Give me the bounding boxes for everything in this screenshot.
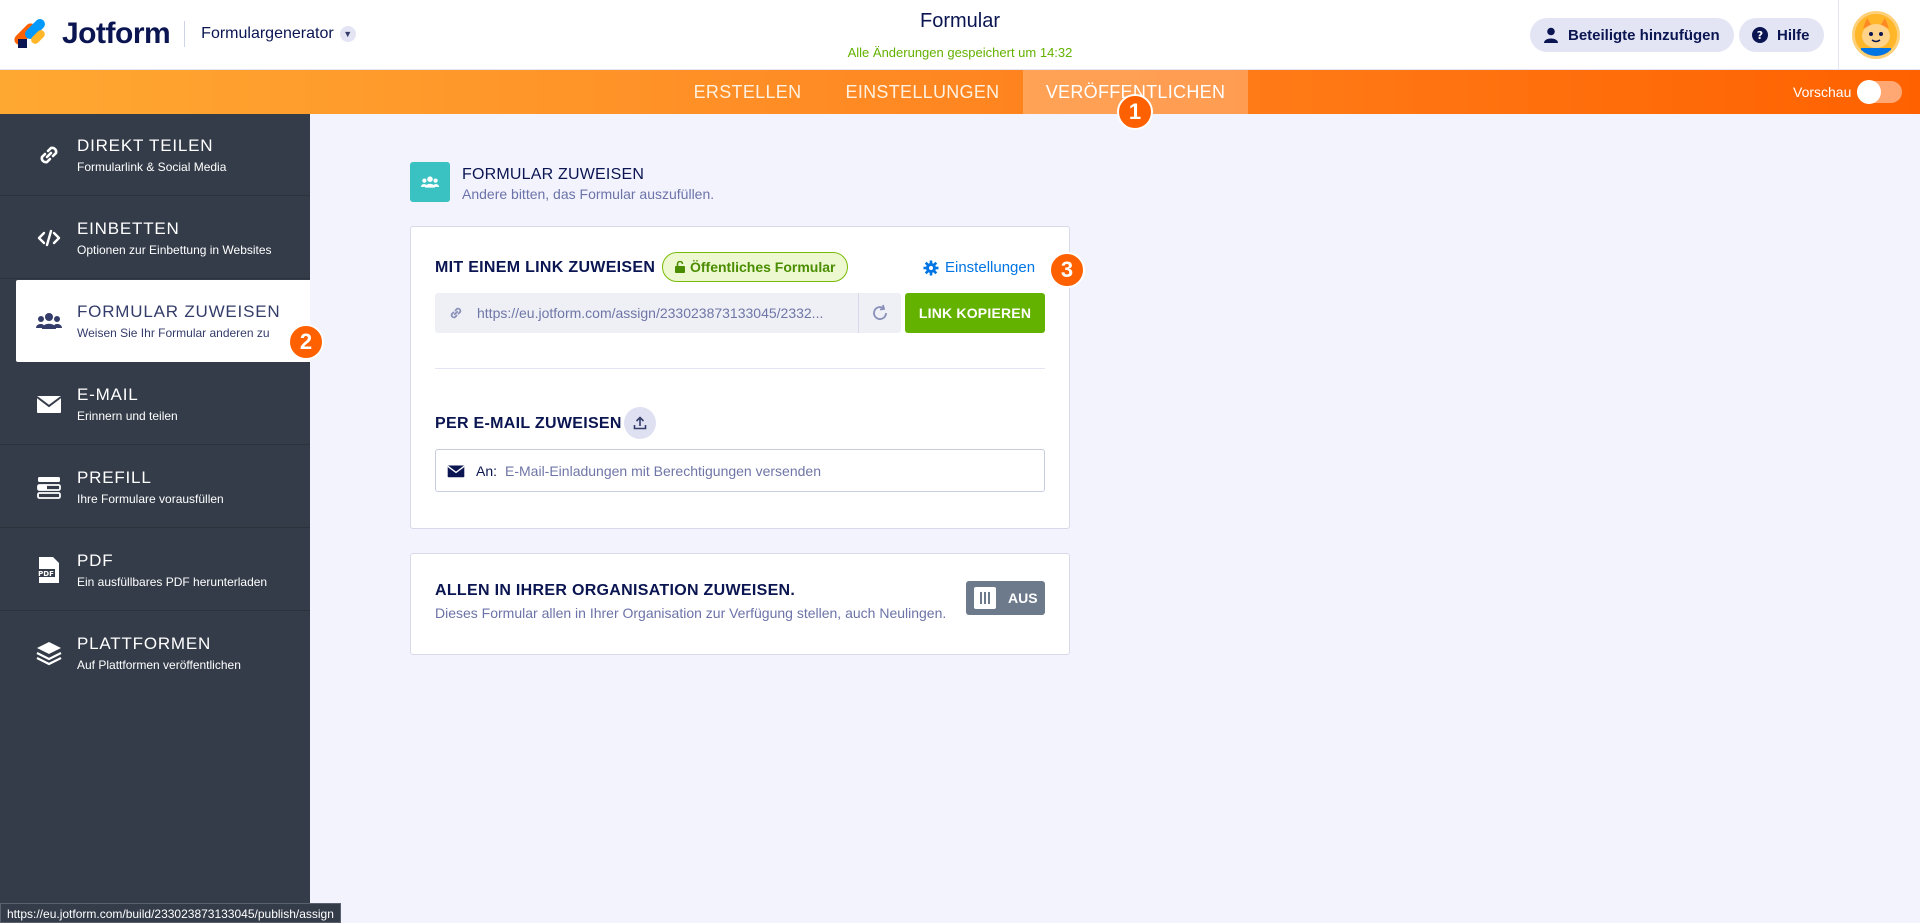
preview-label: Vorschau	[1793, 84, 1852, 100]
main-nav-bar: ERSTELLEN EINSTELLUNGEN VERÖFFENTLICHEN …	[0, 70, 1920, 114]
tab-create[interactable]: ERSTELLEN	[680, 70, 815, 114]
email-placeholder: E-Mail-Einladungen mit Berechtigungen ve…	[505, 462, 821, 479]
refresh-icon	[873, 304, 887, 320]
preview-toggle[interactable]	[1857, 80, 1902, 104]
email-assign-label: PER E-MAIL ZUWEISEN	[435, 415, 622, 432]
public-form-badge[interactable]: Öffentliches Formular	[662, 252, 849, 282]
organization-assign-card: ALLEN IN IHRER ORGANISATION ZUWEISEN. Di…	[410, 553, 1070, 655]
assign-users-icon	[410, 162, 450, 202]
sidebar-item-subtitle: Formularlink & Social Media	[77, 160, 227, 174]
settings-link-label: Einstellungen	[945, 259, 1036, 276]
form-title-block: Formular Alle Änderungen gespeichert um …	[760, 10, 1160, 60]
sidebar-item-title: PDF	[77, 551, 114, 570]
jotform-logo[interactable]: Jotform Formulargenerator ▼	[12, 14, 356, 54]
envelope-icon	[436, 464, 476, 478]
assign-url-field[interactable]: https://eu.jotform.com/assign/2330238731…	[435, 293, 858, 333]
section-header: FORMULAR ZUWEISEN Andere bitten, das For…	[410, 162, 714, 202]
unlock-icon	[675, 261, 685, 273]
sidebar-item-direct-share[interactable]: DIREKT TEILEN Formularlink & Social Medi…	[0, 114, 310, 196]
copy-link-button[interactable]: LINK KOPIEREN	[905, 293, 1045, 333]
add-participants-label: Beteiligte hinzufügen	[1568, 26, 1720, 44]
pdf-icon: PDF	[36, 556, 62, 583]
org-assign-toggle-label: AUS	[1008, 590, 1038, 606]
sidebar-item-title: E-MAIL	[77, 385, 139, 404]
jotform-logo-mark-icon	[12, 16, 48, 51]
svg-text:?: ?	[1757, 29, 1763, 42]
chevron-down-icon: ▼	[339, 26, 356, 42]
refresh-link-button[interactable]	[858, 293, 901, 333]
avatar-divider	[1838, 0, 1839, 70]
avatar-cat-icon	[1855, 14, 1897, 56]
sidebar-item-subtitle: Erinnern und teilen	[77, 409, 178, 423]
users-icon	[36, 308, 62, 334]
help-label: Hilfe	[1777, 26, 1810, 44]
sidebar-item-subtitle: Ein ausfüllbares PDF herunterladen	[77, 575, 268, 589]
sidebar-item-email[interactable]: E-MAIL Erinnern und teilen	[0, 363, 310, 445]
upload-contacts-button[interactable]	[624, 407, 656, 439]
settings-link[interactable]: Einstellungen	[923, 259, 1035, 276]
sidebar-item-title: DIREKT TEILEN	[77, 136, 214, 155]
sidebar-item-subtitle: Weisen Sie Ihr Formular anderen zu	[77, 326, 270, 340]
toggle-grip-icon	[974, 587, 996, 609]
save-status: Alle Änderungen gespeichert um 14:32	[847, 45, 1073, 60]
logo-text: Jotform	[62, 17, 171, 50]
envelope-icon	[36, 391, 62, 417]
link-icon	[435, 305, 477, 321]
section-title: FORMULAR ZUWEISEN	[462, 166, 645, 183]
step-badge-2: 2	[288, 324, 324, 360]
sidebar-item-pdf[interactable]: PDF PDF Ein ausfüllbares PDF herunterlad…	[0, 529, 310, 611]
org-assign-title: ALLEN IN IHRER ORGANISATION ZUWEISEN.	[435, 582, 796, 599]
publish-sidebar: DIREKT TEILEN Formularlink & Social Medi…	[0, 114, 310, 923]
assign-url-value: https://eu.jotform.com/assign/2330238731…	[477, 305, 824, 321]
step-badge-1: 1	[1117, 94, 1153, 130]
status-bar-url: https://eu.jotform.com/build/23302387313…	[0, 903, 341, 923]
builder-dropdown-label: Formulargenerator	[201, 25, 334, 42]
org-assign-subtitle: Dieses Formular allen in Ihrer Organisat…	[435, 605, 947, 621]
email-invite-input[interactable]: An: E-Mail-Einladungen mit Berechtigunge…	[435, 449, 1045, 492]
sidebar-item-subtitle: Auf Plattformen veröffentlichen	[77, 658, 241, 672]
section-divider	[435, 368, 1045, 369]
assign-card: MIT EINEM LINK ZUWEISEN Öffentliches For…	[410, 226, 1070, 529]
help-button[interactable]: ? Hilfe	[1739, 18, 1824, 52]
sidebar-item-subtitle: Optionen zur Einbettung in Websites	[77, 243, 272, 257]
link-icon	[36, 142, 62, 168]
tab-settings[interactable]: EINSTELLUNGEN	[830, 70, 1015, 114]
prefill-icon	[36, 474, 62, 500]
svg-text:PDF: PDF	[38, 570, 54, 578]
email-to-label: An:	[476, 462, 498, 479]
form-title[interactable]: Formular	[760, 10, 1160, 33]
org-assign-toggle[interactable]: AUS	[966, 581, 1045, 615]
step-badge-3: 3	[1049, 252, 1085, 288]
sidebar-item-title: PREFILL	[77, 468, 152, 487]
sidebar-item-prefill[interactable]: PREFILL Ihre Formulare vorausfüllen	[0, 446, 310, 528]
builder-dropdown[interactable]: Formulargenerator ▼	[201, 25, 356, 43]
code-icon	[36, 225, 62, 251]
sidebar-item-platforms[interactable]: PLATTFORMEN Auf Plattformen veröffentlic…	[0, 612, 310, 694]
logo-divider	[184, 21, 186, 47]
public-form-badge-label: Öffentliches Formular	[690, 259, 836, 275]
sidebar-item-title: EINBETTEN	[77, 219, 180, 238]
add-participants-button[interactable]: Beteiligte hinzufügen	[1530, 18, 1734, 52]
sidebar-item-embed[interactable]: EINBETTEN Optionen zur Einbettung in Web…	[0, 197, 310, 279]
preview-toggle-knob	[1857, 80, 1881, 104]
question-icon: ?	[1751, 26, 1769, 44]
avatar[interactable]	[1852, 11, 1900, 59]
sidebar-item-subtitle: Ihre Formulare vorausfüllen	[77, 492, 224, 506]
sidebar-item-assign-form[interactable]: FORMULAR ZUWEISEN Weisen Sie Ihr Formula…	[16, 280, 310, 362]
link-assign-label: MIT EINEM LINK ZUWEISEN	[435, 259, 656, 276]
gear-icon	[923, 260, 939, 275]
sidebar-item-title: FORMULAR ZUWEISEN	[77, 302, 281, 321]
upload-icon	[633, 416, 647, 430]
user-icon	[1542, 26, 1560, 44]
top-header: Jotform Formulargenerator ▼ Formular All…	[0, 0, 1920, 70]
sidebar-item-title: PLATTFORMEN	[77, 634, 212, 653]
section-subtitle: Andere bitten, das Formular auszufüllen.	[462, 186, 715, 202]
layers-icon	[36, 640, 62, 666]
